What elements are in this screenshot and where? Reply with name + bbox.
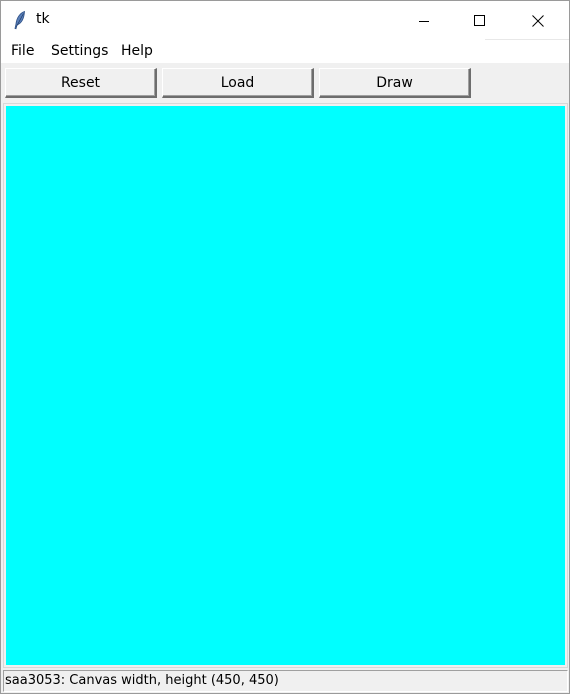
minimize-icon (418, 15, 430, 27)
maximize-icon (474, 14, 486, 27)
maximize-button[interactable] (457, 1, 503, 40)
load-button[interactable]: Load (162, 68, 314, 98)
drawing-canvas[interactable] (6, 106, 565, 665)
menu-settings[interactable]: Settings (51, 43, 108, 59)
minimize-button[interactable] (401, 1, 447, 40)
title-bar[interactable]: tk (1, 1, 569, 40)
feather-icon[interactable] (12, 10, 28, 30)
toolbar: Reset Load Draw (1, 63, 569, 103)
menu-bar: File Settings Help (1, 40, 569, 63)
status-text: saa3053: Canvas width, height (450, 450) (5, 673, 279, 688)
close-button[interactable] (515, 1, 561, 40)
draw-button[interactable]: Draw (319, 68, 471, 98)
status-bar: saa3053: Canvas width, height (450, 450) (3, 670, 568, 692)
menu-help[interactable]: Help (121, 43, 153, 59)
window-title: tk (36, 11, 50, 27)
close-icon (532, 14, 544, 27)
app-window: tk File Settings Help Reset Load Draw sa… (0, 0, 570, 694)
menu-file[interactable]: File (11, 43, 34, 59)
reset-button[interactable]: Reset (5, 68, 157, 98)
canvas-frame (3, 103, 568, 668)
